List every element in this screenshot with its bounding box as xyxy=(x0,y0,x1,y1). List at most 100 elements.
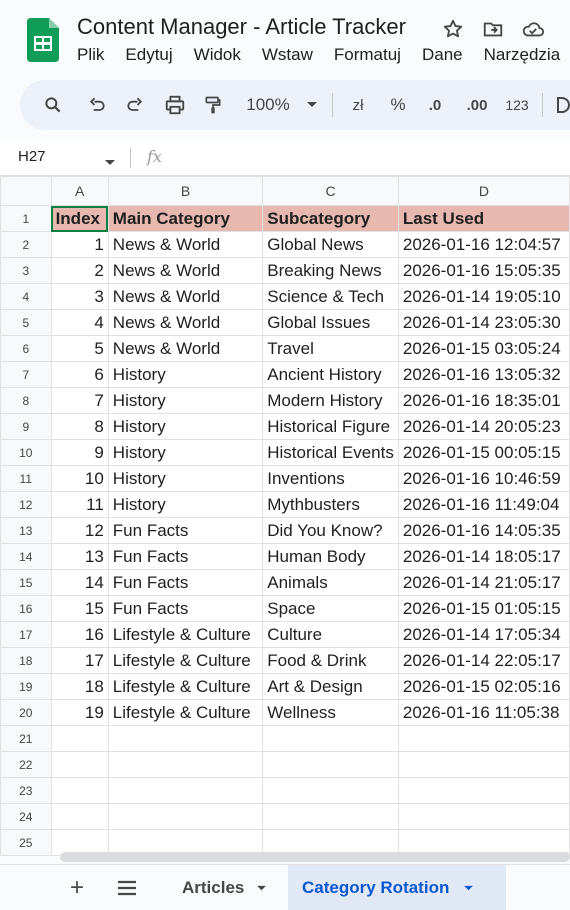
cell-last-used[interactable]: 2026-01-16 11:05:38 xyxy=(397,699,570,726)
cell-subcategory[interactable]: Did You Know? xyxy=(262,517,399,544)
cell-last-used[interactable]: 2026-01-16 12:04:57 xyxy=(397,231,570,258)
column-header-d[interactable]: D xyxy=(397,176,570,206)
row-header[interactable]: 17 xyxy=(0,621,52,648)
row-header[interactable]: 21 xyxy=(0,725,52,752)
sheets-logo-icon[interactable] xyxy=(27,18,59,62)
empty-cell[interactable] xyxy=(107,803,264,830)
row-header[interactable]: 14 xyxy=(0,543,52,570)
row-header[interactable]: 13 xyxy=(0,517,52,544)
cell-index[interactable]: 13 xyxy=(50,543,109,570)
empty-cell[interactable] xyxy=(107,777,264,804)
cell-index[interactable]: 10 xyxy=(50,465,109,492)
cell-subcategory[interactable]: Breaking News xyxy=(262,257,399,284)
cell-subcategory[interactable]: Travel xyxy=(262,335,399,362)
header-cell-index[interactable]: Index xyxy=(50,205,109,232)
chevron-down-icon[interactable] xyxy=(256,885,267,892)
name-box[interactable]: H27 xyxy=(18,148,46,165)
cell-subcategory[interactable]: Global News xyxy=(262,231,399,258)
cloud-status-icon[interactable] xyxy=(520,16,546,42)
row-header[interactable]: 19 xyxy=(0,673,52,700)
empty-cell[interactable] xyxy=(50,725,109,752)
cell-index[interactable]: 16 xyxy=(50,621,109,648)
empty-cell[interactable] xyxy=(262,751,399,778)
row-header[interactable]: 16 xyxy=(0,595,52,622)
row-header[interactable]: 24 xyxy=(0,803,52,830)
cell-last-used[interactable]: 2026-01-16 14:05:35 xyxy=(397,517,570,544)
paint-format-icon[interactable] xyxy=(198,80,228,130)
cell-index[interactable]: 12 xyxy=(50,517,109,544)
cell-main-category[interactable]: Fun Facts xyxy=(107,543,264,570)
row-header[interactable]: 25 xyxy=(0,829,52,856)
cell-main-category[interactable]: Lifestyle & Culture xyxy=(107,621,264,648)
cell-last-used[interactable]: 2026-01-15 01:05:15 xyxy=(397,595,570,622)
row-header[interactable]: 15 xyxy=(0,569,52,596)
column-header-c[interactable]: C xyxy=(262,176,399,206)
menu-item-widok[interactable]: Widok xyxy=(194,45,241,65)
cell-subcategory[interactable]: Inventions xyxy=(262,465,399,492)
zoom-dropdown-icon[interactable] xyxy=(302,80,322,130)
menu-item-edytuj[interactable]: Edytuj xyxy=(125,45,172,65)
row-header[interactable]: 2 xyxy=(0,231,52,258)
empty-cell[interactable] xyxy=(107,751,264,778)
row-header[interactable]: 23 xyxy=(0,777,52,804)
cell-main-category[interactable]: Lifestyle & Culture xyxy=(107,647,264,674)
cell-last-used[interactable]: 2026-01-14 22:05:17 xyxy=(397,647,570,674)
cell-subcategory[interactable]: Animals xyxy=(262,569,399,596)
cell-main-category[interactable]: News & World xyxy=(107,335,264,362)
cell-subcategory[interactable]: Wellness xyxy=(262,699,399,726)
cell-index[interactable]: 18 xyxy=(50,673,109,700)
row-header[interactable]: 7 xyxy=(0,361,52,388)
row-header[interactable]: 1 xyxy=(0,205,52,232)
cell-index[interactable]: 2 xyxy=(50,257,109,284)
row-header[interactable]: 9 xyxy=(0,413,52,440)
row-header[interactable]: 12 xyxy=(0,491,52,518)
horizontal-scrollbar[interactable] xyxy=(60,852,570,862)
row-header[interactable]: 8 xyxy=(0,387,52,414)
cell-subcategory[interactable]: Human Body xyxy=(262,543,399,570)
star-icon[interactable] xyxy=(440,16,466,42)
sheet-tab-articles[interactable]: Articles xyxy=(182,865,267,910)
row-header[interactable]: 6 xyxy=(0,335,52,362)
empty-cell[interactable] xyxy=(262,803,399,830)
empty-cell[interactable] xyxy=(107,725,264,752)
cell-main-category[interactable]: News & World xyxy=(107,257,264,284)
sheet-tab-category-rotation[interactable]: Category Rotation xyxy=(288,865,506,910)
empty-cell[interactable] xyxy=(262,777,399,804)
empty-cell[interactable] xyxy=(50,751,109,778)
empty-cell[interactable] xyxy=(397,751,570,778)
cell-index[interactable]: 6 xyxy=(50,361,109,388)
cell-last-used[interactable]: 2026-01-14 19:05:10 xyxy=(397,283,570,310)
row-header[interactable]: 4 xyxy=(0,283,52,310)
cell-subcategory[interactable]: Art & Design xyxy=(262,673,399,700)
cell-main-category[interactable]: Lifestyle & Culture xyxy=(107,673,264,700)
cell-index[interactable]: 8 xyxy=(50,413,109,440)
header-cell-main-category[interactable]: Main Category xyxy=(107,205,264,232)
decrease-decimals-button[interactable]: .0 xyxy=(422,80,448,130)
cell-subcategory[interactable]: Mythbusters xyxy=(262,491,399,518)
row-header[interactable]: 20 xyxy=(0,699,52,726)
cell-index[interactable]: 3 xyxy=(50,283,109,310)
cell-main-category[interactable]: History xyxy=(107,439,264,466)
empty-cell[interactable] xyxy=(50,777,109,804)
cell-last-used[interactable]: 2026-01-15 03:05:24 xyxy=(397,335,570,362)
column-header-b[interactable]: B xyxy=(107,176,264,206)
cell-last-used[interactable]: 2026-01-14 21:05:17 xyxy=(397,569,570,596)
font-select-icon[interactable] xyxy=(556,80,570,130)
cell-index[interactable]: 4 xyxy=(50,309,109,336)
cell-main-category[interactable]: History xyxy=(107,465,264,492)
number-format-button[interactable]: 123 xyxy=(502,80,532,130)
search-menus-icon[interactable] xyxy=(38,80,68,130)
cell-main-category[interactable]: Fun Facts xyxy=(107,595,264,622)
cell-last-used[interactable]: 2026-01-16 15:05:35 xyxy=(397,257,570,284)
cell-subcategory[interactable]: Modern History xyxy=(262,387,399,414)
menu-item-formatuj[interactable]: Formatuj xyxy=(334,45,401,65)
name-box-dropdown-icon[interactable] xyxy=(104,154,116,172)
cell-last-used[interactable]: 2026-01-14 20:05:23 xyxy=(397,413,570,440)
cell-index[interactable]: 15 xyxy=(50,595,109,622)
cell-last-used[interactable]: 2026-01-16 18:35:01 xyxy=(397,387,570,414)
cell-subcategory[interactable]: Food & Drink xyxy=(262,647,399,674)
empty-cell[interactable] xyxy=(397,777,570,804)
cell-main-category[interactable]: Fun Facts xyxy=(107,569,264,596)
cell-subcategory[interactable]: Culture xyxy=(262,621,399,648)
cell-index[interactable]: 5 xyxy=(50,335,109,362)
